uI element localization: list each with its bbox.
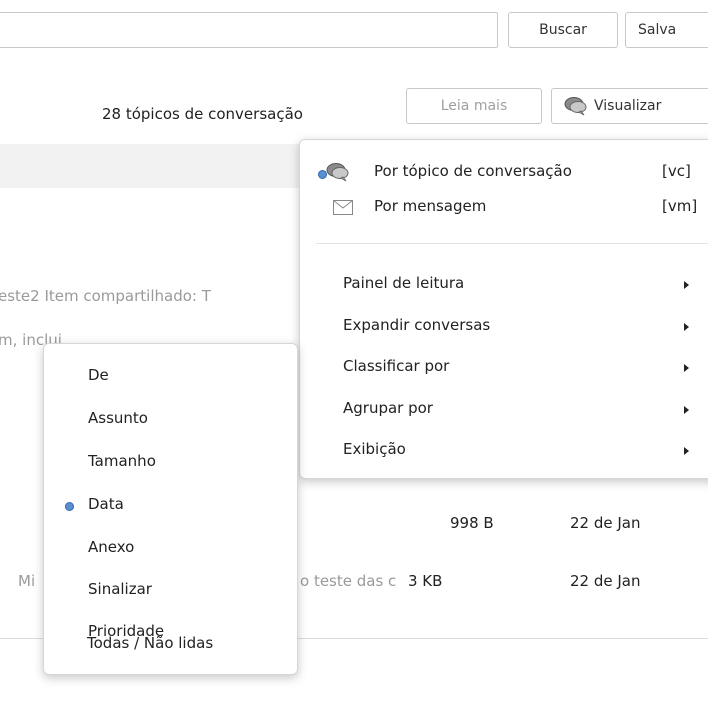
view-button-label: Visualizar bbox=[594, 98, 662, 114]
save-button[interactable]: Salva bbox=[625, 12, 708, 48]
message-size-3: 998 B bbox=[450, 514, 494, 532]
submenu-arrow-icon bbox=[684, 323, 689, 331]
radio-selected-icon bbox=[65, 502, 74, 511]
message-date-3: 22 de Jan bbox=[570, 514, 641, 532]
view-menu: Por tópico de conversação [vc] Por mensa… bbox=[299, 139, 708, 479]
sort-option-attachment[interactable]: Anexo bbox=[88, 538, 134, 556]
sort-option-subject[interactable]: Assunto bbox=[88, 409, 148, 427]
menu-separator bbox=[316, 243, 708, 244]
message-preview-4[interactable]: o teste das c bbox=[300, 572, 396, 590]
envelope-icon bbox=[333, 200, 353, 215]
submenu-arrow-icon bbox=[684, 447, 689, 455]
menu-item-expand-conversations[interactable]: Expandir conversas bbox=[343, 316, 490, 334]
sort-submenu: De Assunto Tamanho Data Anexo Sinalizar … bbox=[43, 343, 298, 675]
sort-option-from[interactable]: De bbox=[88, 366, 109, 384]
topic-count: 28 tópicos de conversação bbox=[102, 105, 303, 123]
message-size-4: 3 KB bbox=[408, 572, 443, 590]
search-button[interactable]: Buscar bbox=[508, 12, 618, 48]
menu-item-by-topic[interactable]: Por tópico de conversação bbox=[374, 162, 572, 180]
message-date-4: 22 de Jan bbox=[570, 572, 641, 590]
menu-item-reading-pane[interactable]: Painel de leitura bbox=[343, 274, 464, 292]
sort-option-size[interactable]: Tamanho bbox=[88, 452, 156, 470]
chat-bubbles-icon bbox=[564, 97, 587, 116]
by-message-shortcut: [vm] bbox=[662, 197, 698, 215]
submenu-arrow-icon bbox=[684, 364, 689, 372]
submenu-arrow-icon bbox=[684, 281, 689, 289]
menu-item-group-by[interactable]: Agrupar por bbox=[343, 399, 433, 417]
by-topic-shortcut: [vc] bbox=[662, 162, 691, 180]
sort-option-all-unread[interactable]: Todas / Não lidas bbox=[87, 634, 213, 652]
view-button[interactable]: Visualizar bbox=[551, 88, 708, 124]
chat-bubbles-icon bbox=[326, 163, 349, 182]
message-preview-1[interactable]: este2 Item compartilhado: T bbox=[0, 287, 211, 305]
search-input[interactable] bbox=[0, 12, 498, 48]
menu-item-display[interactable]: Exibição bbox=[343, 440, 406, 458]
read-more-button[interactable]: Leia mais bbox=[406, 88, 542, 124]
sort-option-date[interactable]: Data bbox=[88, 495, 124, 513]
message-sender-4[interactable]: Mi bbox=[18, 572, 35, 590]
menu-item-sort-by[interactable]: Classificar por bbox=[343, 357, 449, 375]
menu-item-by-message[interactable]: Por mensagem bbox=[374, 197, 486, 215]
submenu-arrow-icon bbox=[684, 406, 689, 414]
sort-option-flag[interactable]: Sinalizar bbox=[88, 580, 152, 598]
